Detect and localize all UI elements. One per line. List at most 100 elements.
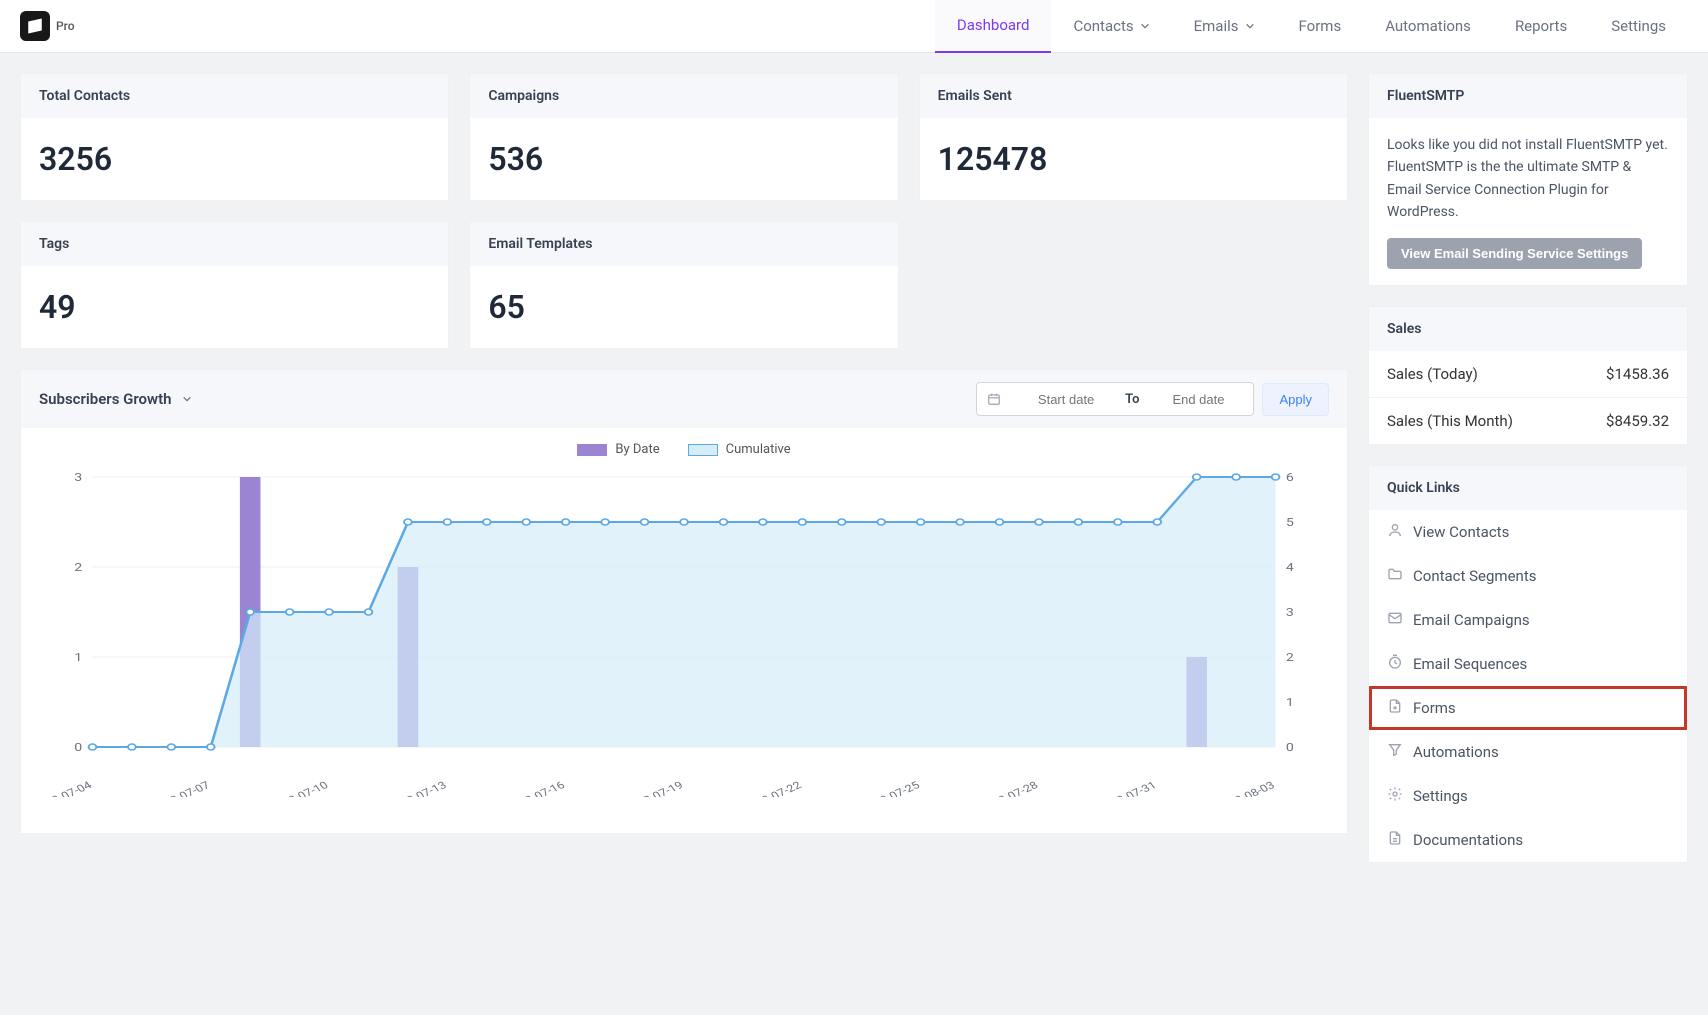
sales-title: Sales (1369, 307, 1687, 351)
stat-label: Tags (21, 222, 448, 266)
stat-value: 49 (21, 266, 448, 348)
svg-text:2022-07-31: 2022-07-31 (1095, 779, 1159, 797)
chevron-down-icon (1140, 21, 1150, 31)
legend-bar[interactable]: By Date (577, 442, 659, 457)
chevron-down-icon (182, 394, 192, 404)
chart-title-wrap[interactable]: Subscribers Growth (39, 390, 192, 408)
legend-line[interactable]: Cumulative (688, 442, 791, 457)
stats-row-2: Tags49 Email Templates65 (20, 221, 1348, 349)
clock-icon (1387, 654, 1403, 674)
svg-text:4: 4 (1286, 561, 1294, 574)
quicklink-label: Settings (1413, 787, 1468, 805)
nav-dashboard[interactable]: Dashboard (935, 0, 1052, 53)
chart-svg: 012301234562022-07-042022-07-072022-07-1… (41, 467, 1327, 797)
date-range: To (976, 382, 1254, 416)
chart-panel: Subscribers Growth To Apply (20, 369, 1348, 834)
svg-text:2022-07-10: 2022-07-10 (267, 779, 331, 797)
legend-bar-swatch (577, 444, 607, 456)
start-date-input[interactable] (1011, 392, 1121, 407)
date-to-label: To (1121, 392, 1143, 407)
chart-header: Subscribers Growth To Apply (21, 370, 1347, 428)
chevron-down-icon (1245, 21, 1255, 31)
legend-line-label: Cumulative (726, 442, 791, 457)
stat-label: Total Contacts (21, 74, 448, 118)
fluentsmtp-title: FluentSMTP (1369, 74, 1687, 118)
sales-label: Sales (Today) (1387, 365, 1478, 383)
fluentsmtp-button[interactable]: View Email Sending Service Settings (1387, 238, 1642, 269)
stats-row-1: Total Contacts3256Campaigns536Emails Sen… (20, 73, 1348, 201)
svg-text:3: 3 (74, 471, 82, 484)
nav-automations[interactable]: Automations (1363, 0, 1493, 53)
nav-reports[interactable]: Reports (1493, 0, 1589, 53)
chart-controls: To Apply (976, 382, 1329, 416)
svg-text:2022-07-04: 2022-07-04 (41, 778, 95, 797)
stat-value: 125478 (920, 118, 1347, 200)
nav-forms[interactable]: Forms (1277, 0, 1364, 53)
chart-title: Subscribers Growth (39, 390, 172, 408)
legend-line-swatch (688, 444, 718, 456)
stat-value: 65 (470, 266, 897, 348)
main-nav: DashboardContactsEmailsFormsAutomationsR… (935, 0, 1688, 53)
svg-text:2022-07-22: 2022-07-22 (740, 778, 804, 797)
svg-text:1: 1 (1286, 696, 1294, 709)
nav-contacts[interactable]: Contacts (1051, 0, 1171, 53)
stat-label: Campaigns (470, 74, 897, 118)
gear-icon (1387, 786, 1403, 806)
svg-text:2: 2 (74, 561, 82, 574)
stat-email-templates: Email Templates65 (469, 221, 898, 349)
sales-value: $8459.32 (1606, 412, 1669, 430)
stat-total-contacts: Total Contacts3256 (20, 73, 449, 201)
quicklink-automations[interactable]: Automations (1369, 730, 1687, 774)
topbar: Pro DashboardContactsEmailsFormsAutomati… (0, 0, 1708, 53)
file-icon (1387, 698, 1403, 718)
chart-body: By Date Cumulative 012301234562022-07-04… (21, 428, 1347, 833)
stat-campaigns: Campaigns536 (469, 73, 898, 201)
quicklink-label: Email Sequences (1413, 655, 1527, 673)
svg-text:0: 0 (1286, 741, 1294, 754)
end-date-input[interactable] (1143, 392, 1253, 407)
quicklink-documentations[interactable]: Documentations (1369, 818, 1687, 862)
stat-label: Emails Sent (920, 74, 1347, 118)
mail-icon (1387, 610, 1403, 630)
doc-icon (1387, 830, 1403, 850)
fluentsmtp-body: Looks like you did not install FluentSMT… (1369, 118, 1687, 285)
user-icon (1387, 522, 1403, 542)
funnel-icon (1387, 742, 1403, 762)
quicklink-contact-segments[interactable]: Contact Segments (1369, 554, 1687, 598)
quicklink-label: Email Campaigns (1413, 611, 1530, 629)
logo: Pro (20, 11, 75, 41)
quicklink-label: Documentations (1413, 831, 1523, 849)
side-column: FluentSMTP Looks like you did not instal… (1368, 73, 1688, 863)
stat-value: 3256 (21, 118, 448, 200)
svg-text:2022-07-13: 2022-07-13 (385, 779, 449, 797)
quicklink-label: Automations (1413, 743, 1499, 761)
stat-value: 536 (470, 118, 897, 200)
sales-row: Sales (Today)$1458.36 (1369, 351, 1687, 397)
quicklink-settings[interactable]: Settings (1369, 774, 1687, 818)
svg-text:2: 2 (1286, 651, 1294, 664)
quicklink-label: Forms (1413, 699, 1456, 717)
quicklink-email-campaigns[interactable]: Email Campaigns (1369, 598, 1687, 642)
quicklink-view-contacts[interactable]: View Contacts (1369, 510, 1687, 554)
quicklink-forms[interactable]: Forms (1369, 686, 1687, 730)
main-column: Total Contacts3256Campaigns536Emails Sen… (20, 73, 1348, 863)
quicklink-label: Contact Segments (1413, 567, 1536, 585)
nav-settings[interactable]: Settings (1589, 0, 1688, 53)
quicklinks-list: View Contacts Contact Segments Email Campa… (1369, 510, 1687, 862)
svg-text:2022-07-19: 2022-07-19 (622, 779, 686, 797)
nav-emails[interactable]: Emails (1172, 0, 1277, 53)
apply-button[interactable]: Apply (1262, 383, 1329, 416)
stat-label: Email Templates (470, 222, 897, 266)
svg-text:2022-07-07: 2022-07-07 (148, 779, 212, 797)
svg-text:1: 1 (74, 651, 82, 664)
quicklinks-title: Quick Links (1369, 466, 1687, 510)
svg-text:0: 0 (74, 741, 82, 754)
stat-emails-sent: Emails Sent125478 (919, 73, 1348, 201)
sales-panel: Sales Sales (Today)$1458.36 Sales (This M… (1368, 306, 1688, 445)
folder-icon (1387, 566, 1403, 586)
svg-text:3: 3 (1286, 606, 1294, 619)
quicklink-email-sequences[interactable]: Email Sequences (1369, 642, 1687, 686)
logo-icon (20, 11, 50, 41)
sales-label: Sales (This Month) (1387, 412, 1513, 430)
fluentsmtp-panel: FluentSMTP Looks like you did not instal… (1368, 73, 1688, 286)
